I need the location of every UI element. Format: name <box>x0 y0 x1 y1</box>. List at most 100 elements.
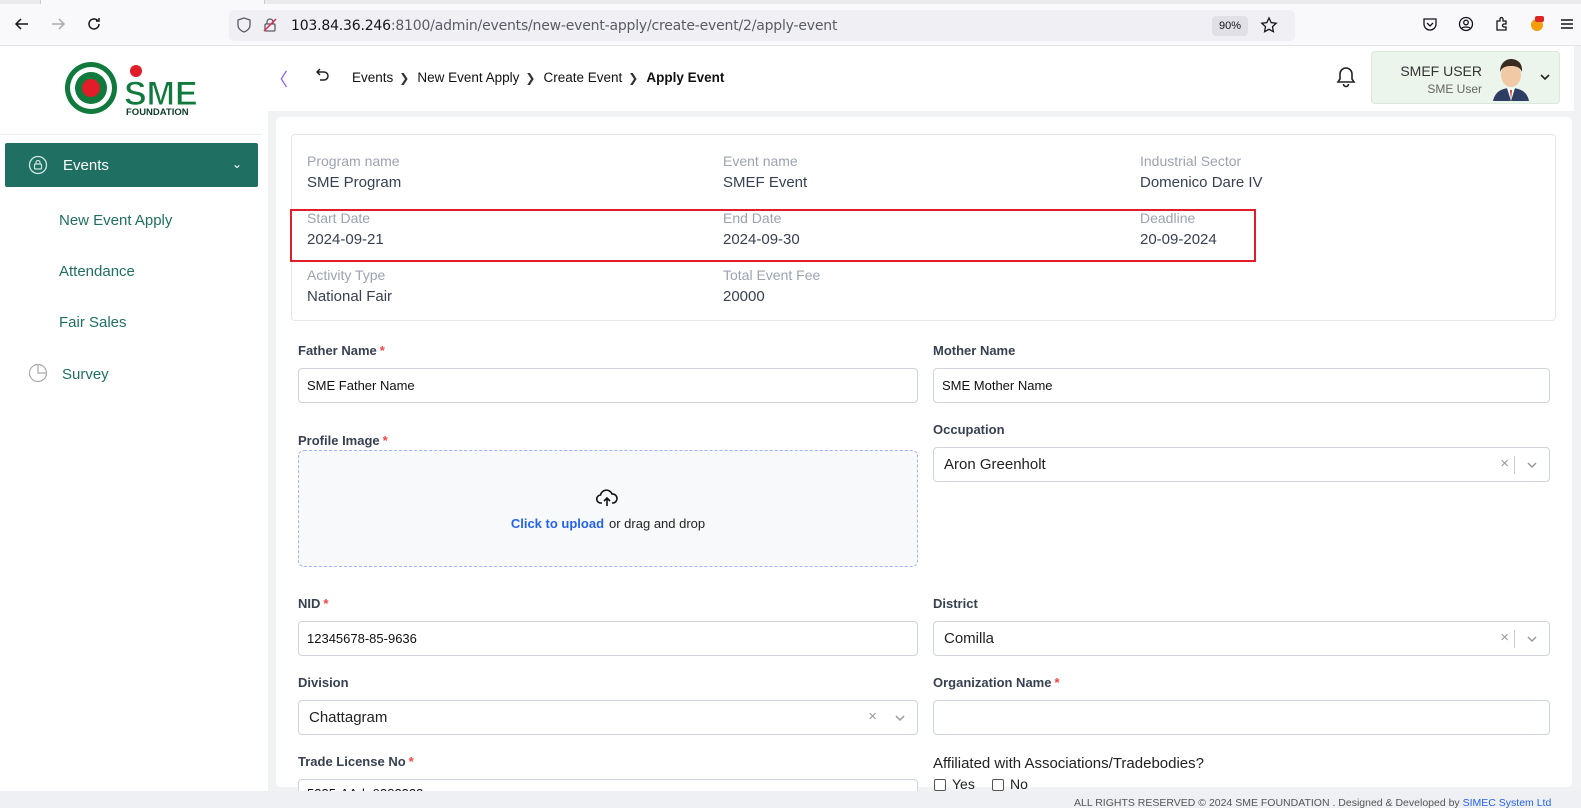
address-bar[interactable]: 103.84.36.246:8100/admin/events/new-even… <box>229 10 1295 41</box>
chevron-down-icon: ⌄ <box>231 157 242 171</box>
profile-image-label-text: Profile Image <box>298 433 380 448</box>
industrial-sector-value: Domenico Dare IV <box>1140 174 1263 191</box>
event-name-label: Event name <box>723 153 798 169</box>
sidebar-item-new-event-apply[interactable]: New Event Apply <box>59 212 172 229</box>
url-host: 103.84.36.246 <box>291 18 391 34</box>
event-name-value: SMEF Event <box>723 174 808 191</box>
father-name-label-text: Father Name <box>298 343 377 358</box>
district-select[interactable]: Comilla × <box>933 621 1550 656</box>
select-separator <box>1514 630 1515 648</box>
chevron-right-icon: ❯ <box>628 70 639 85</box>
mother-name-input[interactable]: SME Mother Name <box>933 368 1550 403</box>
account-icon[interactable] <box>1455 13 1477 35</box>
profile-image-label: Profile Image * <box>298 433 388 448</box>
copyright-text: ALL RIGHTS RESERVED © 2024 SME FOUNDATIO… <box>1074 797 1460 808</box>
chevron-right-icon: ❯ <box>525 70 536 85</box>
reload-icon[interactable] <box>83 13 105 35</box>
nid-label-text: NID <box>298 596 321 611</box>
events-icon <box>28 155 48 180</box>
occupation-label: Occupation <box>933 422 1005 437</box>
breadcrumb-apply-event: Apply Event <box>646 70 725 85</box>
url-path: :8100/admin/events/new-event-apply/creat… <box>390 18 838 34</box>
mother-name-label: Mother Name <box>933 343 1016 358</box>
insecure-lock-icon[interactable] <box>262 17 278 38</box>
user-role: SME User <box>1427 82 1482 96</box>
tab-strip <box>0 0 1581 4</box>
occupation-select[interactable]: Aron Greenholt × <box>933 447 1550 482</box>
sidebar-item-fair-sales[interactable]: Fair Sales <box>59 314 127 331</box>
zoom-level-badge[interactable]: 90% <box>1212 16 1248 36</box>
chevron-down-icon[interactable] <box>1525 458 1539 472</box>
profile-image-dropzone[interactable]: Click to upload or drag and drop <box>298 450 918 567</box>
clear-icon[interactable]: × <box>1500 455 1509 472</box>
sidebar-item-survey[interactable]: Survey <box>62 366 109 383</box>
program-name-value: SME Program <box>307 174 402 191</box>
occupation-value: Aron Greenholt <box>944 456 1046 473</box>
menu-hamburger-icon[interactable] <box>1556 13 1578 35</box>
user-name: SMEF USER <box>1400 63 1482 79</box>
required-mark: * <box>379 343 385 358</box>
click-to-upload-link[interactable]: Click to upload <box>511 516 604 531</box>
industrial-sector-label: Industrial Sector <box>1140 153 1242 169</box>
chevron-right-icon: ❯ <box>399 70 410 85</box>
breadcrumb-new-event-apply[interactable]: New Event Apply <box>417 70 519 85</box>
chevron-down-icon[interactable] <box>1539 71 1551 86</box>
footer-text: ALL RIGHTS RESERVED © 2024 SME FOUNDATIO… <box>1074 797 1551 808</box>
notification-bell-icon[interactable] <box>1336 66 1356 93</box>
father-name-input[interactable]: SME Father Name <box>298 368 918 403</box>
url-text[interactable]: 103.84.36.246:8100/admin/events/new-even… <box>291 18 837 34</box>
shield-icon[interactable] <box>237 17 251 38</box>
affiliated-question: Affiliated with Associations/Tradebodies… <box>933 755 1204 772</box>
required-mark: * <box>1054 675 1060 690</box>
organization-name-label: Organization Name * <box>933 675 1060 690</box>
extensions-icon[interactable] <box>1491 13 1513 35</box>
extension-badge-icon[interactable] <box>1526 13 1548 35</box>
division-value: Chattagram <box>309 709 388 726</box>
bookmark-star-icon[interactable] <box>1260 16 1278 39</box>
undo-back-icon[interactable] <box>314 66 330 87</box>
survey-pie-icon <box>28 363 48 388</box>
user-menu[interactable]: SMEF USER SME User <box>1371 51 1560 104</box>
total-fee-value: 20000 <box>723 288 765 305</box>
breadcrumb-create-event[interactable]: Create Event <box>543 70 622 85</box>
nid-label: NID * <box>298 596 328 611</box>
footer: ALL RIGHTS RESERVED © 2024 SME FOUNDATIO… <box>0 791 1581 808</box>
drag-drop-text: or drag and drop <box>609 516 706 531</box>
organization-name-input[interactable] <box>933 700 1550 735</box>
affiliated-no-label[interactable]: No <box>1010 776 1028 792</box>
breadcrumb: Events ❯ New Event Apply ❯ Create Event ❯ A… <box>352 70 724 85</box>
scrollbar[interactable] <box>1574 46 1581 791</box>
trade-license-input[interactable]: 5335-AAd- 9382323 <box>298 779 918 791</box>
trade-license-label-text: Trade License No <box>298 754 406 769</box>
sidebar-item-events-label: Events <box>63 157 109 174</box>
sidebar-item-events[interactable]: Events ⌄ <box>5 143 258 187</box>
sidebar-collapse-icon[interactable]: 〈 <box>270 66 288 92</box>
select-separator <box>1514 456 1515 474</box>
clear-icon[interactable]: × <box>868 708 877 725</box>
pocket-icon[interactable] <box>1419 13 1441 35</box>
developer-link[interactable]: SIMEC System Ltd <box>1463 797 1552 808</box>
division-label: Division <box>298 675 349 690</box>
program-name-label: Program name <box>307 153 400 169</box>
affiliated-no-checkbox[interactable] <box>992 779 1004 791</box>
chevron-down-icon[interactable] <box>893 711 907 725</box>
active-tab-edge[interactable] <box>40 0 265 4</box>
sme-foundation-logo[interactable]: SME FOUNDATION <box>64 61 204 122</box>
forward-arrow-icon[interactable] <box>47 13 69 35</box>
nid-input[interactable]: 12345678-85-9636 <box>298 621 918 656</box>
clear-icon[interactable]: × <box>1500 629 1509 646</box>
cloud-upload-icon <box>595 488 618 513</box>
affiliated-yes-checkbox[interactable] <box>934 779 946 791</box>
division-select[interactable]: Chattagram × <box>298 700 918 735</box>
affiliated-yes-label[interactable]: Yes <box>952 776 975 792</box>
date-row-highlight <box>290 209 1256 262</box>
breadcrumb-events[interactable]: Events <box>352 70 393 85</box>
district-value: Comilla <box>944 630 995 647</box>
upload-instructions: Click to upload or drag and drop <box>299 516 917 531</box>
required-mark: * <box>408 754 414 769</box>
activity-type-label: Activity Type <box>307 267 386 283</box>
chevron-down-icon[interactable] <box>1525 632 1539 646</box>
back-arrow-icon[interactable] <box>11 13 33 35</box>
sidebar-item-attendance[interactable]: Attendance <box>59 263 135 280</box>
avatar <box>1489 55 1533 101</box>
